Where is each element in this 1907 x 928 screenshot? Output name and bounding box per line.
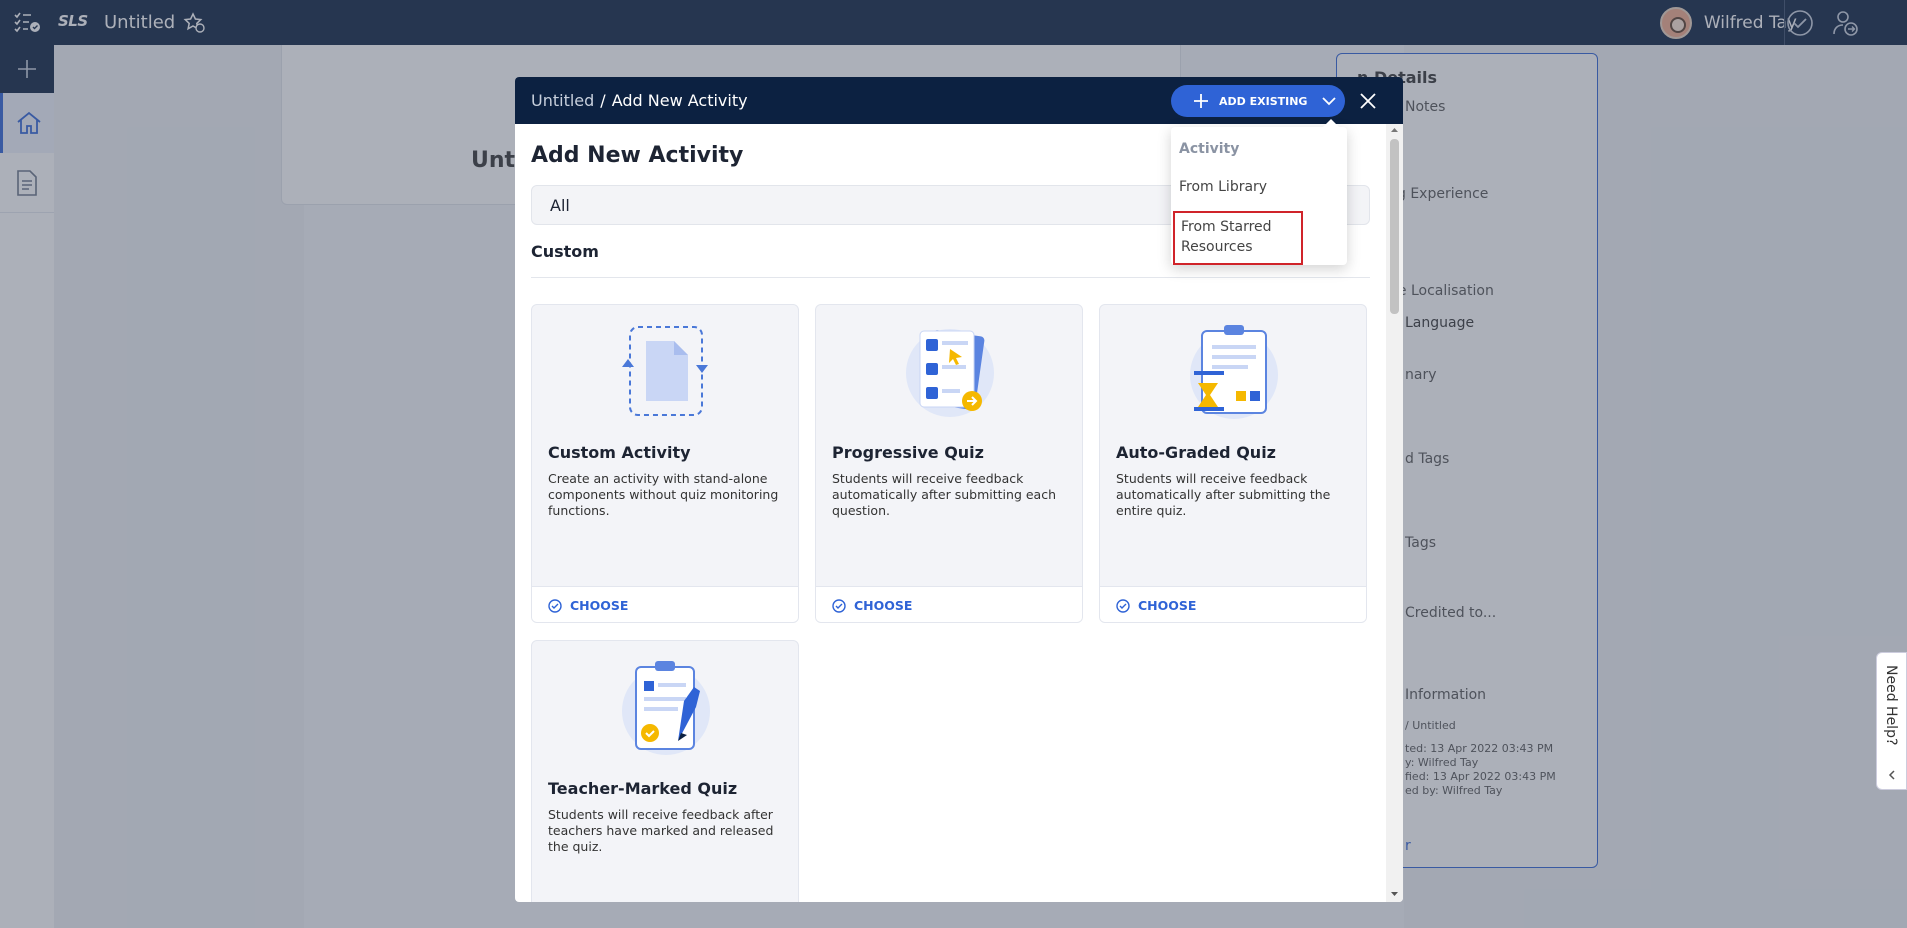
card-description: Create an activity with stand-alone comp… <box>548 471 779 518</box>
need-help-tab[interactable]: Need Help? <box>1876 652 1907 790</box>
scroll-up-icon[interactable] <box>1390 126 1399 134</box>
check-circle-icon <box>1116 598 1130 613</box>
choose-label: CHOOSE <box>570 598 629 613</box>
need-help-label: Need Help? <box>1883 665 1899 746</box>
add-existing-label: ADD EXISTING <box>1219 94 1308 108</box>
breadcrumb: Untitled / Add New Activity <box>531 77 748 124</box>
modal-header: Untitled / Add New Activity ADD EXISTING <box>515 77 1403 124</box>
choose-label: CHOOSE <box>1138 598 1197 613</box>
card-footer: CHOOSE <box>1100 586 1366 622</box>
chevron-down-icon <box>1322 97 1337 106</box>
dropdown-item-from-starred-resources[interactable]: From Starred Resources <box>1173 211 1303 265</box>
scroll-down-icon[interactable] <box>1390 890 1399 898</box>
card-title: Custom Activity <box>548 443 691 462</box>
dropdown-item-from-library[interactable]: From Library <box>1179 179 1267 195</box>
activity-card-teacher-marked-quiz[interactable]: Teacher-Marked Quiz Students will receiv… <box>531 640 799 902</box>
modal-title: Add New Activity <box>531 143 744 168</box>
breadcrumb-separator: / <box>600 91 606 110</box>
dropdown-header: Activity <box>1179 141 1240 157</box>
breadcrumb-root[interactable]: Untitled <box>531 91 594 110</box>
choose-label: CHOOSE <box>854 598 913 613</box>
close-icon[interactable] <box>1357 90 1379 112</box>
section-heading: Custom <box>531 242 599 261</box>
scrollbar-thumb[interactable] <box>1390 139 1399 314</box>
add-existing-button[interactable]: ADD EXISTING <box>1171 85 1345 117</box>
activity-card-custom[interactable]: Custom Activity Create an activity with … <box>531 304 799 623</box>
card-description: Students will receive feedback automatic… <box>1116 471 1331 518</box>
card-description: Students will receive feedback after tea… <box>548 807 774 854</box>
choose-button[interactable]: CHOOSE <box>1116 598 1196 613</box>
activity-card-auto-graded-quiz[interactable]: Auto-Graded Quiz Students will receive f… <box>1099 304 1367 623</box>
chevron-left-icon <box>1888 770 1895 780</box>
card-title: Teacher-Marked Quiz <box>548 779 738 798</box>
card-title: Auto-Graded Quiz <box>1116 443 1276 462</box>
card-footer: CHOOSE <box>532 586 798 622</box>
card-description: Students will receive feedback automatic… <box>832 471 1057 518</box>
modal-scrollbar[interactable] <box>1386 124 1403 902</box>
choose-button[interactable]: CHOOSE <box>832 598 912 613</box>
auto-graded-quiz-icon <box>1184 321 1284 421</box>
activity-card-progressive-quiz[interactable]: Progressive Quiz Students will receive f… <box>815 304 1083 623</box>
breadcrumb-current: Add New Activity <box>611 91 748 110</box>
progressive-quiz-icon <box>900 321 1000 421</box>
teacher-marked-quiz-icon <box>616 657 716 757</box>
choose-button[interactable]: CHOOSE <box>548 598 628 613</box>
plus-icon <box>1194 94 1208 108</box>
card-title: Progressive Quiz <box>832 443 984 462</box>
add-existing-dropdown: Activity From Library From Starred Resou… <box>1171 119 1347 265</box>
check-circle-icon <box>832 598 846 613</box>
section-divider <box>531 277 1370 278</box>
card-footer: CHOOSE <box>816 586 1082 622</box>
filter-value: All <box>550 195 570 215</box>
custom-activity-icon <box>616 321 716 421</box>
check-circle-icon <box>548 598 562 613</box>
